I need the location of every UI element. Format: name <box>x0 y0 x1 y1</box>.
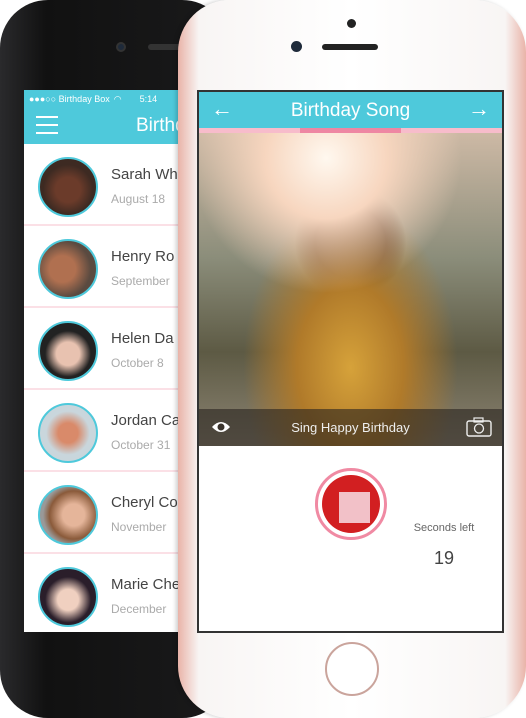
song-screen: ← Birthday Song → Sing Happy Birthday Se… <box>197 90 504 633</box>
contact-name: Helen Da <box>111 330 174 347</box>
contact-list: Sarah Wh August 18 Henry Ro September Helen … <box>24 144 194 632</box>
sensor <box>347 19 356 28</box>
contact-name: Marie Che <box>111 576 181 593</box>
avatar <box>38 403 98 463</box>
wifi-icon: ◠ <box>113 93 122 104</box>
page-title: Birthday Song <box>290 100 411 121</box>
contact-row[interactable]: Cheryl Co November <box>24 472 194 554</box>
avatar <box>38 157 98 217</box>
seconds-left-label: Seconds left <box>413 522 475 534</box>
caption-bar: Sing Happy Birthday <box>199 409 502 446</box>
contact-name: Henry Ro <box>111 248 175 265</box>
time: 5:14 <box>139 94 158 104</box>
contact-row[interactable]: Marie Che December <box>24 554 194 632</box>
home-button[interactable] <box>325 642 379 696</box>
status-bar: ●●●○○ Birthday Box ◠ 5:14 <box>24 90 194 108</box>
contact-name: Cheryl Co <box>111 494 178 511</box>
contact-row[interactable]: Jordan Ca October 31 <box>24 390 194 472</box>
camera-icon <box>116 42 126 52</box>
contact-date: December <box>111 602 167 616</box>
contact-name: Sarah Wh <box>111 166 178 183</box>
speaker <box>322 44 378 50</box>
avatar <box>38 567 98 627</box>
record-stop-button[interactable] <box>315 468 387 540</box>
caption-text: Sing Happy Birthday <box>291 420 410 435</box>
contacts-screen: ●●●○○ Birthday Box ◠ 5:14 Birthd Sarah W… <box>24 90 194 632</box>
avatar <box>38 239 98 299</box>
header: Birthd <box>24 108 194 144</box>
switch-camera-icon[interactable] <box>466 417 492 437</box>
camera-icon <box>291 41 302 52</box>
avatar <box>38 485 98 545</box>
contact-row[interactable]: Henry Ro September <box>24 226 194 308</box>
stop-icon <box>339 492 370 523</box>
front-phone: ← Birthday Song → Sing Happy Birthday Se… <box>178 0 526 718</box>
avatar <box>38 321 98 381</box>
camera-preview: Sing Happy Birthday <box>199 133 502 446</box>
contact-date: August 18 <box>111 192 166 206</box>
contact-name: Jordan Ca <box>111 412 181 429</box>
contact-row[interactable]: Helen Da October 8 <box>24 308 194 390</box>
carrier: ●●●○○ Birthday Box <box>29 94 110 104</box>
seconds-left-value: 19 <box>433 548 455 568</box>
contact-date: September <box>111 274 170 288</box>
arrow-right-icon[interactable]: → <box>468 96 490 122</box>
contact-date: October 8 <box>111 356 164 370</box>
header: ← Birthday Song → <box>199 92 502 128</box>
contact-row[interactable]: Sarah Wh August 18 <box>24 144 194 226</box>
contact-date: October 31 <box>111 438 171 452</box>
menu-icon[interactable] <box>36 116 58 134</box>
contact-date: November <box>111 520 167 534</box>
